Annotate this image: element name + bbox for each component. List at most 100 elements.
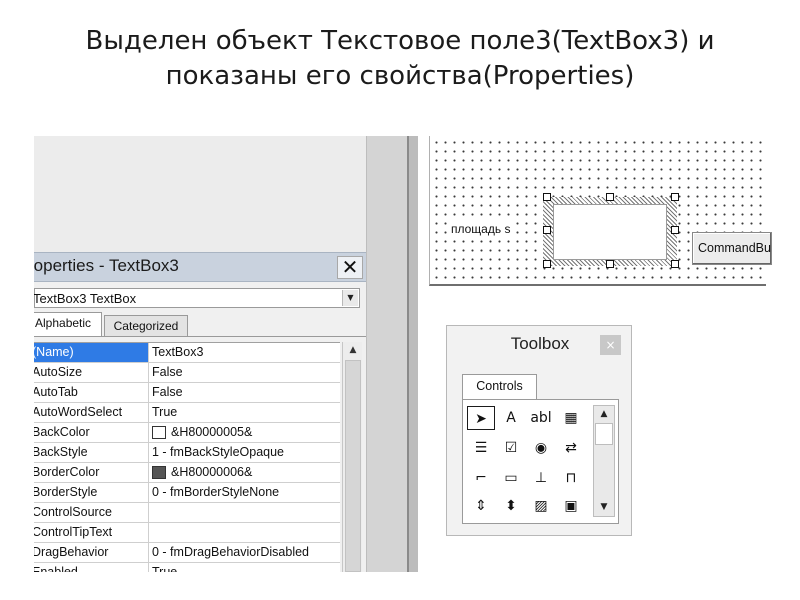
property-value-cell[interactable]: &H80000005& bbox=[148, 423, 340, 443]
slide-title-line-1: Выделен объект Текстовое поле3(TextBox3)… bbox=[85, 26, 715, 56]
refedit-tool-icon[interactable]: ▣ bbox=[557, 494, 585, 518]
property-row[interactable]: BorderColor &H80000006& bbox=[34, 463, 340, 483]
property-value: TextBox3 bbox=[152, 345, 204, 359]
combobox-tool-icon[interactable]: ▦ bbox=[557, 406, 585, 430]
slide-title-line-2: показаны его свойства(Properties) bbox=[165, 61, 635, 91]
image-tool-icon[interactable]: ▨ bbox=[527, 494, 555, 518]
frame-tool-icon[interactable]: ⌐ bbox=[467, 466, 495, 490]
tab-alphabetic[interactable]: Alphabetic bbox=[34, 312, 102, 337]
scroll-down-icon[interactable]: ▼ bbox=[596, 500, 612, 514]
resize-handle-bottom[interactable] bbox=[606, 260, 614, 268]
object-selector-dropdown[interactable]: TextBox3 TextBox ▼ bbox=[34, 288, 360, 308]
property-name: DragBehavior bbox=[34, 545, 109, 559]
property-row[interactable]: AutoSize False bbox=[34, 363, 340, 383]
commandbutton-tool-icon[interactable]: ▭ bbox=[497, 466, 525, 490]
form-label-area[interactable]: площадь s bbox=[450, 222, 512, 236]
property-row[interactable]: Enabled True bbox=[34, 563, 340, 572]
property-value: True bbox=[152, 405, 178, 419]
property-grid-scrollbar[interactable]: ▲ bbox=[342, 342, 362, 572]
property-name: AutoTab bbox=[34, 385, 78, 399]
property-row[interactable]: BorderStyle 0 - fmBorderStyleNone bbox=[34, 483, 340, 503]
property-name: BorderStyle bbox=[34, 485, 98, 499]
property-value: True bbox=[152, 565, 178, 572]
scroll-up-icon[interactable]: ▲ bbox=[596, 407, 612, 421]
property-value-cell[interactable]: 0 - fmDragBehaviorDisabled bbox=[148, 543, 340, 563]
property-value-cell[interactable]: 1 - fmBackStyleOpaque bbox=[148, 443, 340, 463]
property-row[interactable]: (Name) TextBox3 bbox=[34, 343, 340, 363]
property-row[interactable]: BackColor &H80000005& bbox=[34, 423, 340, 443]
chevron-down-icon[interactable]: ▼ bbox=[342, 290, 358, 306]
color-swatch bbox=[152, 426, 166, 439]
select-pointer-icon[interactable]: ➤ bbox=[467, 406, 495, 430]
property-name: BackColor bbox=[34, 425, 90, 439]
tabstrip-tool-icon[interactable]: ⊥ bbox=[527, 466, 555, 490]
checkbox-tool-icon[interactable]: ☑ bbox=[497, 436, 525, 460]
toolbox-scrollbar[interactable]: ▲ ▼ bbox=[593, 405, 615, 517]
property-row[interactable]: AutoWordSelect True bbox=[34, 403, 340, 423]
property-value-cell[interactable] bbox=[148, 503, 340, 523]
window-edge bbox=[407, 136, 409, 572]
property-name: ControlTipText bbox=[34, 525, 113, 539]
properties-window: roperties - TextBox3 ✕ TextBox3 TextBox … bbox=[34, 252, 366, 572]
property-name: AutoWordSelect bbox=[34, 405, 123, 419]
property-value-cell[interactable]: True bbox=[148, 563, 340, 572]
close-icon[interactable]: ✕ bbox=[337, 256, 363, 279]
resize-handle-right[interactable] bbox=[671, 226, 679, 234]
textbox-tool-icon[interactable]: abl bbox=[527, 406, 555, 430]
scrollbar-thumb[interactable] bbox=[345, 360, 361, 572]
property-value-cell[interactable] bbox=[148, 523, 340, 543]
command-button[interactable]: CommandButton bbox=[692, 232, 772, 265]
toolbox-controls-panel: ▲ ▼ ➤ Aabl ▦ ☰ ☑ ◉ ⇄ ⌐ ▭ ⊥ ⊓ ⇕ ⬍ ▨ ▣ bbox=[462, 399, 619, 524]
property-row[interactable]: DragBehavior 0 - fmDragBehaviorDisabled bbox=[34, 543, 340, 563]
tab-controls[interactable]: Controls bbox=[462, 374, 537, 400]
multipage-tool-icon[interactable]: ⊓ bbox=[557, 466, 585, 490]
property-value-cell[interactable]: TextBox3 bbox=[148, 343, 340, 363]
property-value-cell[interactable]: &H80000006& bbox=[148, 463, 340, 483]
property-name: (Name) bbox=[34, 345, 74, 359]
resize-handle-bottom-right[interactable] bbox=[671, 260, 679, 268]
properties-title: roperties - TextBox3 bbox=[34, 256, 179, 275]
property-value: 0 - fmDragBehaviorDisabled bbox=[152, 545, 310, 559]
property-grid: (Name) TextBox3 AutoSize False AutoTab False A… bbox=[34, 342, 340, 572]
resize-handle-top-left[interactable] bbox=[543, 193, 551, 201]
property-value-cell[interactable]: 0 - fmBorderStyleNone bbox=[148, 483, 340, 503]
tab-divider bbox=[34, 336, 366, 337]
color-swatch bbox=[152, 466, 166, 479]
resize-handle-top-right[interactable] bbox=[671, 193, 679, 201]
spinbutton-tool-icon[interactable]: ⬍ bbox=[497, 494, 525, 518]
property-value-cell[interactable]: False bbox=[148, 363, 340, 383]
property-name: ControlSource bbox=[34, 505, 112, 519]
tab-categorized[interactable]: Categorized bbox=[104, 315, 188, 337]
property-row[interactable]: ControlTipText bbox=[34, 523, 340, 543]
togglebutton-tool-icon[interactable]: ⇄ bbox=[557, 436, 585, 460]
property-name: AutoSize bbox=[34, 365, 83, 379]
editor-splitter[interactable] bbox=[408, 136, 418, 572]
object-selector-value: TextBox3 TextBox bbox=[34, 291, 137, 306]
property-value: False bbox=[152, 365, 183, 379]
resize-handle-bottom-left[interactable] bbox=[543, 260, 551, 268]
property-row[interactable]: AutoTab False bbox=[34, 383, 340, 403]
property-name: BorderColor bbox=[34, 465, 100, 479]
resize-handle-top[interactable] bbox=[606, 193, 614, 201]
property-row[interactable]: BackStyle 1 - fmBackStyleOpaque bbox=[34, 443, 340, 463]
slide-title: Выделен объект Текстовое поле3(TextBox3)… bbox=[0, 24, 800, 94]
property-value-cell[interactable]: True bbox=[148, 403, 340, 423]
property-value: &H80000006& bbox=[171, 465, 253, 479]
toolbox-window: Toolbox × Controls ▲ ▼ ➤ Aabl ▦ ☰ ☑ ◉ ⇄ ⌐ ▭ ⊥ ⊓ ⇕ ⬍ ▨… bbox=[446, 325, 632, 536]
close-icon[interactable]: × bbox=[600, 335, 621, 355]
label-tool-icon[interactable]: A bbox=[497, 406, 525, 430]
property-value-cell[interactable]: False bbox=[148, 383, 340, 403]
scroll-up-icon[interactable]: ▲ bbox=[345, 344, 361, 356]
userform-designer[interactable]: площадь s CommandButton bbox=[429, 136, 772, 286]
property-row[interactable]: ControlSource bbox=[34, 503, 340, 523]
resize-handle-left[interactable] bbox=[543, 226, 551, 234]
optionbutton-tool-icon[interactable]: ◉ bbox=[527, 436, 555, 460]
command-button-label: CommandButton bbox=[698, 241, 771, 255]
property-value: 0 - fmBorderStyleNone bbox=[152, 485, 280, 499]
properties-titlebar[interactable]: roperties - TextBox3 ✕ bbox=[34, 252, 366, 282]
scrollbar-thumb[interactable] bbox=[595, 423, 613, 445]
textbox3-control[interactable] bbox=[553, 204, 667, 260]
scrollbar-tool-icon[interactable]: ⇕ bbox=[467, 494, 495, 518]
listbox-tool-icon[interactable]: ☰ bbox=[467, 436, 495, 460]
property-name: BackStyle bbox=[34, 445, 88, 459]
